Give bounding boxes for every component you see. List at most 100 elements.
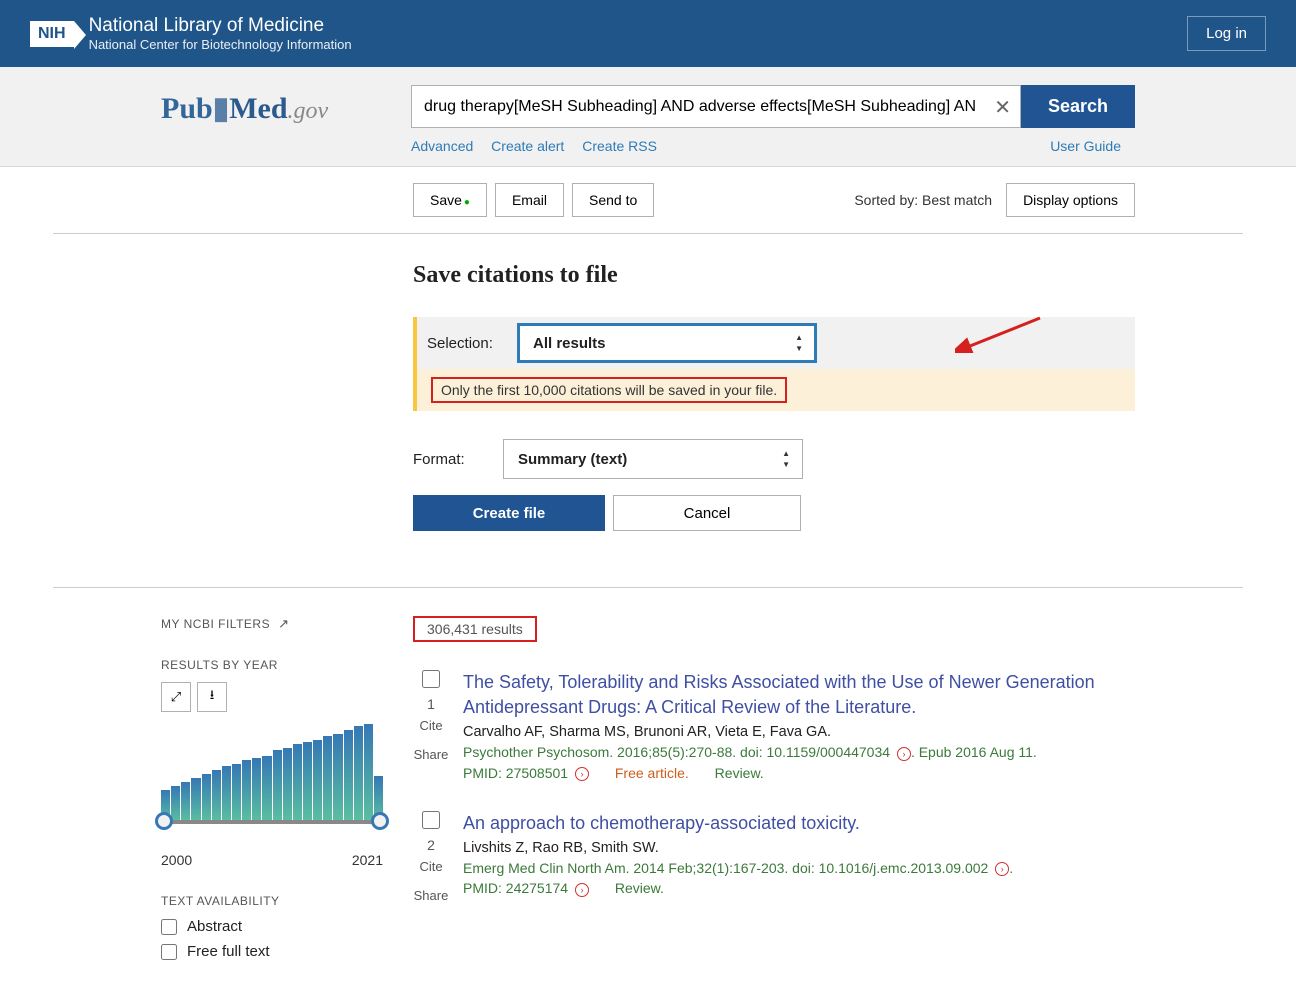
share-link[interactable]: Share (413, 741, 449, 770)
annotation-arrow-icon (955, 313, 1045, 353)
save-panel-title: Save citations to file (413, 262, 1135, 289)
site-header: NIH National Library of Medicine Nationa… (0, 0, 1296, 67)
filter-free-full-text[interactable]: Free full text (161, 943, 383, 960)
nih-logo[interactable]: NIH National Library of Medicine Nationa… (30, 15, 352, 52)
filter-abstract[interactable]: Abstract (161, 918, 383, 935)
info-icon[interactable] (575, 767, 589, 781)
results-count: 306,431 results (413, 616, 537, 642)
histogram-bar[interactable] (293, 744, 302, 822)
selection-label: Selection: (427, 335, 517, 352)
histogram-bar[interactable] (364, 724, 373, 822)
sidebar: MY NCBI FILTERS ↗ RESULTS BY YEAR ⤢ ⭳ 20… (161, 616, 383, 986)
info-icon[interactable] (575, 883, 589, 897)
advanced-link[interactable]: Advanced (411, 138, 473, 154)
result-authors: Livshits Z, Rao RB, Smith SW. (463, 840, 1135, 856)
text-availability-heading: TEXT AVAILABILITY (161, 894, 383, 908)
result-checkbox[interactable] (422, 670, 440, 688)
results-main: 306,431 results 1 Cite Share The Safety,… (413, 616, 1135, 986)
search-input[interactable] (411, 85, 1021, 128)
histogram-bar[interactable] (232, 764, 241, 822)
result-checkbox[interactable] (422, 811, 440, 829)
results-area: MY NCBI FILTERS ↗ RESULTS BY YEAR ⤢ ⭳ 20… (53, 588, 1243, 986)
histogram-bar[interactable] (222, 766, 231, 822)
sorted-by-label[interactable]: Sorted by: Best match (854, 192, 992, 208)
save-citations-panel: Save citations to file Selection: All re… (53, 234, 1243, 588)
send-to-button[interactable]: Send to (572, 183, 654, 217)
save-button[interactable]: Save● (413, 183, 487, 217)
pubmed-logo[interactable]: Pub▮Med.gov (161, 85, 411, 126)
histogram-bar[interactable] (262, 756, 271, 822)
download-chart-button[interactable]: ⭳ (197, 682, 227, 712)
free-full-text-label: Free full text (187, 943, 270, 960)
share-link[interactable]: Share (413, 882, 449, 911)
dropdown-caret-icon (782, 449, 790, 469)
histogram-bar[interactable] (191, 778, 200, 822)
warning-text: Only the first 10,000 citations will be … (431, 377, 787, 403)
histogram-bar[interactable] (242, 760, 251, 822)
search-button[interactable]: Search (1021, 85, 1135, 128)
info-icon[interactable] (995, 862, 1009, 876)
clear-search-icon[interactable]: ✕ (994, 95, 1011, 120)
year-start: 2000 (161, 852, 192, 868)
histogram-bar[interactable] (333, 734, 342, 822)
my-ncbi-filters-heading[interactable]: MY NCBI FILTERS ↗ (161, 616, 383, 632)
histogram-bar[interactable] (212, 770, 221, 822)
result-number: 2 (413, 837, 449, 853)
result-authors: Carvalho AF, Sharma MS, Brunoni AR, Viet… (463, 724, 1135, 740)
year-end: 2021 (352, 852, 383, 868)
histogram-bar[interactable] (303, 742, 312, 822)
result-title-link[interactable]: The Safety, Tolerability and Risks Assoc… (463, 670, 1135, 720)
selection-dropdown[interactable]: All results (517, 323, 817, 363)
result-item: 2 Cite Share An approach to chemotherapy… (413, 811, 1135, 910)
logo-pub: Pub (161, 92, 213, 125)
histogram-bar[interactable] (344, 730, 353, 822)
email-button[interactable]: Email (495, 183, 564, 217)
selection-value: All results (533, 335, 606, 352)
warning-bar: Only the first 10,000 citations will be … (413, 369, 1135, 411)
org-name: National Library of Medicine (89, 15, 352, 37)
cancel-button[interactable]: Cancel (613, 495, 801, 531)
cite-link[interactable]: Cite (413, 853, 449, 882)
search-area: Pub▮Med.gov ✕ Search Advanced Create ale… (0, 67, 1296, 167)
format-dropdown[interactable]: Summary (text) (503, 439, 803, 479)
free-full-text-checkbox[interactable] (161, 944, 177, 960)
user-guide-link[interactable]: User Guide (1050, 138, 1121, 154)
dropdown-caret-icon (795, 333, 803, 353)
histogram-bar[interactable] (354, 726, 363, 822)
result-pmid: PMID: 24275174 (463, 880, 568, 896)
histogram-bar[interactable] (283, 748, 292, 822)
cite-link[interactable]: Cite (413, 712, 449, 741)
logo-gov: .gov (288, 98, 329, 124)
display-options-button[interactable]: Display options (1006, 183, 1135, 217)
histogram-bar[interactable] (202, 774, 211, 822)
nih-badge-icon: NIH (30, 21, 74, 47)
histogram-bar[interactable] (273, 750, 282, 822)
create-rss-link[interactable]: Create RSS (582, 138, 657, 154)
year-histogram[interactable] (161, 722, 383, 842)
result-item: 1 Cite Share The Safety, Tolerability an… (413, 670, 1135, 781)
format-row: Format: Summary (text) (413, 439, 1135, 479)
logo-med: Med (229, 92, 287, 125)
book-icon: ▮ (213, 92, 230, 125)
create-alert-link[interactable]: Create alert (491, 138, 564, 154)
info-icon[interactable] (897, 747, 911, 761)
slider-handle-end[interactable] (371, 812, 389, 830)
create-file-button[interactable]: Create file (413, 495, 605, 531)
histogram-bar[interactable] (313, 740, 322, 822)
login-button[interactable]: Log in (1187, 16, 1266, 51)
format-label: Format: (413, 451, 503, 468)
histogram-bar[interactable] (252, 758, 261, 822)
histogram-bar[interactable] (171, 786, 180, 822)
format-value: Summary (text) (518, 451, 627, 468)
result-title-link[interactable]: An approach to chemotherapy-associated t… (463, 811, 1135, 836)
abstract-label: Abstract (187, 918, 242, 935)
histogram-bar[interactable] (323, 736, 332, 822)
histogram-bar[interactable] (181, 782, 190, 822)
results-by-year-heading: RESULTS BY YEAR (161, 658, 383, 672)
result-journal: Emerg Med Clin North Am. 2014 Feb;32(1):… (463, 860, 1135, 876)
org-subtitle: National Center for Biotechnology Inform… (89, 37, 352, 52)
slider-handle-start[interactable] (155, 812, 173, 830)
expand-chart-button[interactable]: ⤢ (161, 682, 191, 712)
abstract-checkbox[interactable] (161, 919, 177, 935)
result-journal: Psychother Psychosom. 2016;85(5):270-88.… (463, 744, 1135, 760)
